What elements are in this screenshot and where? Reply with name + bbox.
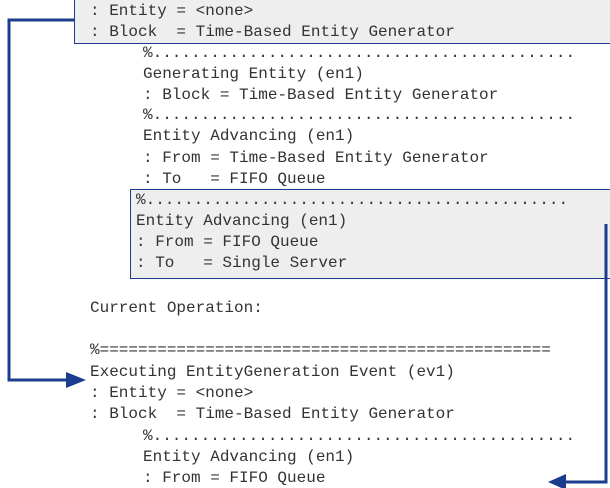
- event-block-line: : Block = Time-Based Entity Generator: [90, 405, 455, 423]
- current-operation-label: Current Operation:: [90, 299, 263, 317]
- entry-separator: %.......................................…: [143, 44, 576, 62]
- event-title: Executing EntityGeneration Event (ev1): [90, 363, 455, 381]
- event-entity-line: : Entity = <none>: [90, 384, 254, 402]
- top-block-line: : Block = Time-Based Entity Generator: [90, 23, 455, 41]
- bottom-entry-separator: %.......................................…: [143, 427, 576, 445]
- entry-line: : To = Single Server: [136, 254, 348, 272]
- entry-title: Generating Entity (en1): [143, 65, 364, 83]
- entry-line: : From = FIFO Queue: [136, 233, 319, 251]
- entry-line: : To = FIFO Queue: [143, 170, 326, 188]
- left-connector-arrow: [7, 18, 86, 388]
- entry-line: : From = Time-Based Entity Generator: [143, 149, 489, 167]
- operation-separator: %=======================================…: [90, 341, 551, 359]
- entry-separator: %.......................................…: [143, 106, 576, 124]
- entry-title: Entity Advancing (en1): [143, 127, 355, 145]
- entry-line: : Block = Time-Based Entity Generator: [143, 86, 499, 104]
- entry-title: Entity Advancing (en1): [136, 212, 348, 230]
- bottom-entry-from-line: : From = FIFO Queue: [143, 469, 326, 487]
- entry-separator: %.......................................…: [136, 191, 569, 209]
- top-entity-line: : Entity = <none>: [90, 2, 254, 20]
- bottom-entry-title: Entity Advancing (en1): [143, 448, 355, 466]
